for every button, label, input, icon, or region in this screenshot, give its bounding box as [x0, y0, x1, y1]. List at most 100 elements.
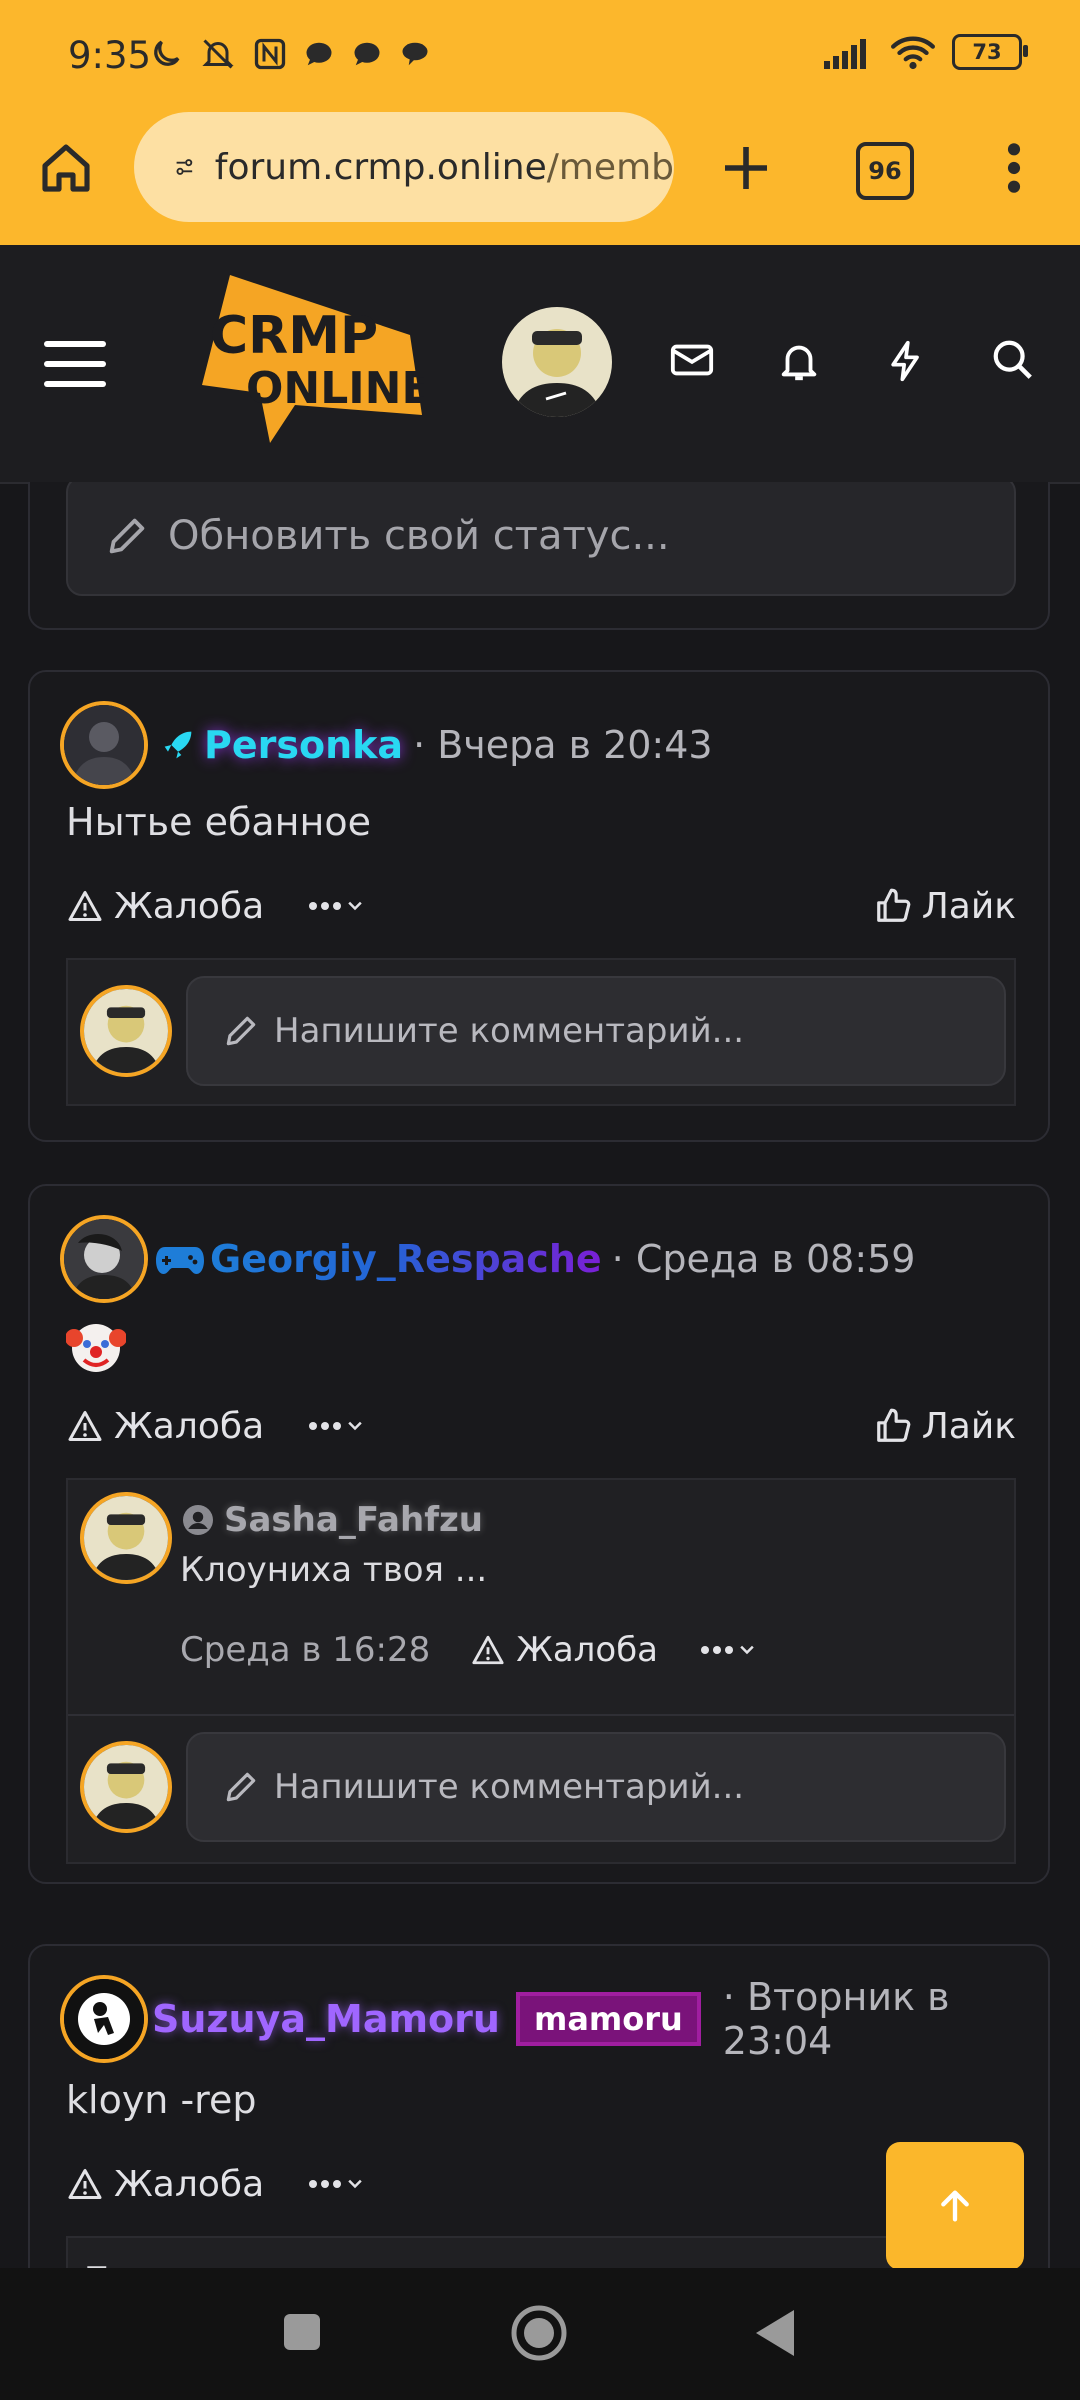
scroll-to-top-button[interactable]	[886, 2142, 1024, 2270]
new-tab-button[interactable]	[718, 140, 774, 196]
comment-time[interactable]: Среда в 16:28	[180, 1630, 430, 1670]
more-options-button[interactable]	[308, 2174, 368, 2194]
chevron-down-icon	[348, 2179, 362, 2189]
avatar[interactable]	[60, 701, 148, 789]
avatar-image	[84, 989, 168, 1073]
post-author[interactable]: Suzuya_Mamoru	[152, 1997, 500, 2041]
menu-button[interactable]	[44, 339, 106, 389]
chat-icon	[354, 42, 380, 66]
avatar[interactable]	[80, 1492, 172, 1584]
avatar[interactable]	[60, 1975, 148, 2063]
avatar[interactable]	[80, 985, 172, 1077]
comment-section: Sasha_Fahfzu Клоуниха твоя ... Среда в 1…	[66, 1478, 1016, 1864]
site-header: CRMP ONLINE	[0, 245, 1080, 484]
report-button[interactable]: Жалоба	[66, 1406, 264, 1447]
more-horizontal-icon	[309, 1422, 342, 1430]
more-horizontal-icon	[309, 902, 342, 910]
post-header: Personka · Вчера в 20:43	[60, 701, 713, 789]
warning-icon	[472, 1635, 504, 1665]
wifi-icon	[891, 36, 935, 70]
home-icon	[42, 144, 90, 192]
comment-placeholder: Напишите комментарий...	[274, 1767, 745, 1807]
tab-switcher-button[interactable]: 96	[856, 142, 914, 200]
account-avatar[interactable]	[502, 307, 612, 417]
url-text: forum.crmp.online/memb	[215, 147, 674, 188]
post-time[interactable]: · Вчера в 20:43	[413, 723, 713, 767]
mail-icon[interactable]	[668, 337, 716, 383]
post-text: Нытье ебанное	[66, 800, 371, 844]
more-horizontal-icon	[701, 1646, 734, 1654]
avatar[interactable]	[60, 1215, 148, 1303]
avatar[interactable]	[80, 1741, 172, 1833]
url-host: forum.crmp.online	[214, 146, 547, 188]
report-button[interactable]: Жалоба	[470, 1630, 658, 1670]
user-circle-icon	[183, 1505, 213, 1535]
more-horizontal-icon	[309, 2180, 342, 2188]
status-time: 9:35	[68, 34, 152, 77]
tab-count: 96	[868, 157, 902, 185]
hamburger-icon	[44, 341, 106, 387]
more-options-button[interactable]	[700, 1640, 760, 1660]
home-nav-icon[interactable]	[510, 2304, 568, 2362]
post-time[interactable]: · Вторник в 23:04	[723, 1975, 1048, 2063]
browser-menu-button[interactable]	[996, 140, 1032, 196]
more-options-button[interactable]	[308, 896, 368, 916]
post-header: Georgiy_Respache · Среда в 08:59	[60, 1215, 916, 1303]
thumbs-up-icon	[876, 1408, 911, 1442]
address-bar[interactable]: forum.crmp.online/memb	[134, 112, 674, 222]
chevron-down-icon	[348, 1421, 362, 1431]
battery-indicator: 73	[952, 34, 1028, 70]
status-input[interactable]: Обновить свой статус...	[66, 482, 1016, 596]
search-icon[interactable]	[990, 337, 1036, 383]
status-placeholder: Обновить свой статус...	[168, 513, 670, 559]
notification-icons	[148, 36, 432, 72]
back-icon[interactable]	[754, 2308, 796, 2358]
show-previous-comments-link[interactable]: Показать предыдущие комментарии	[84, 2260, 748, 2268]
avatar-image	[64, 1979, 144, 2059]
more-options-button[interactable]	[308, 1416, 368, 1436]
warning-icon	[68, 1411, 102, 1441]
profile-post: Personka · Вчера в 20:43 Нытье ебанное Ж…	[28, 670, 1050, 1142]
report-label: Жалоба	[114, 885, 265, 927]
comment-header: Sasha_Fahfzu	[180, 1500, 483, 1540]
report-button[interactable]: Жалоба	[66, 2164, 264, 2205]
comment-input[interactable]: Напишите комментарий...	[186, 976, 1006, 1086]
bell-icon[interactable]	[776, 337, 822, 385]
site-logo[interactable]: CRMP ONLINE	[200, 275, 424, 445]
comment-section: Показать предыдущие комментарии	[66, 2236, 1016, 2268]
plus-icon	[725, 147, 767, 189]
avatar-image	[64, 705, 144, 785]
browser-toolbar: forum.crmp.online/memb 96	[0, 112, 1080, 245]
profile-post: Georgiy_Respache · Среда в 08:59 🤡 Жалоб…	[28, 1184, 1050, 1884]
logo-text-top: CRMP	[210, 306, 378, 366]
more-vertical-icon	[1007, 143, 1021, 193]
report-button[interactable]: Жалоба	[66, 886, 264, 927]
status-update-card: Обновить свой статус...	[28, 482, 1050, 630]
like-button[interactable]: Лайк	[874, 1406, 1016, 1447]
like-label: Лайк	[921, 885, 1016, 927]
like-button[interactable]: Лайк	[874, 886, 1016, 927]
moon-icon	[154, 40, 180, 66]
home-button[interactable]	[36, 140, 96, 196]
recents-icon[interactable]	[282, 2312, 322, 2352]
profile-posts-feed: Обновить свой статус... Personka · Вчера…	[0, 482, 1080, 2268]
site-settings-icon[interactable]	[174, 147, 195, 187]
report-label: Жалоба	[114, 2163, 265, 2205]
post-time[interactable]: · Среда в 08:59	[612, 1237, 916, 1281]
mute-icon	[202, 39, 234, 69]
comment-composer: Напишите комментарий...	[80, 976, 1006, 1086]
comment-author[interactable]: Sasha_Fahfzu	[224, 1500, 483, 1540]
pencil-icon	[226, 1016, 256, 1046]
post-author[interactable]: Georgiy_Respache	[210, 1237, 602, 1281]
crmp-logo: CRMP ONLINE	[202, 275, 424, 443]
chevron-down-icon	[348, 901, 362, 911]
clown-face-icon	[66, 1324, 126, 1372]
lightning-icon[interactable]	[884, 337, 928, 385]
avatar-image	[64, 1219, 144, 1299]
comment-input[interactable]: Напишите комментарий...	[186, 1732, 1006, 1842]
comment-section: Напишите комментарий...	[66, 958, 1016, 1106]
chat-bubbles-icon	[402, 42, 428, 66]
divider	[68, 1714, 1014, 1716]
post-author[interactable]: Personka	[204, 723, 403, 767]
warning-icon	[68, 891, 102, 921]
